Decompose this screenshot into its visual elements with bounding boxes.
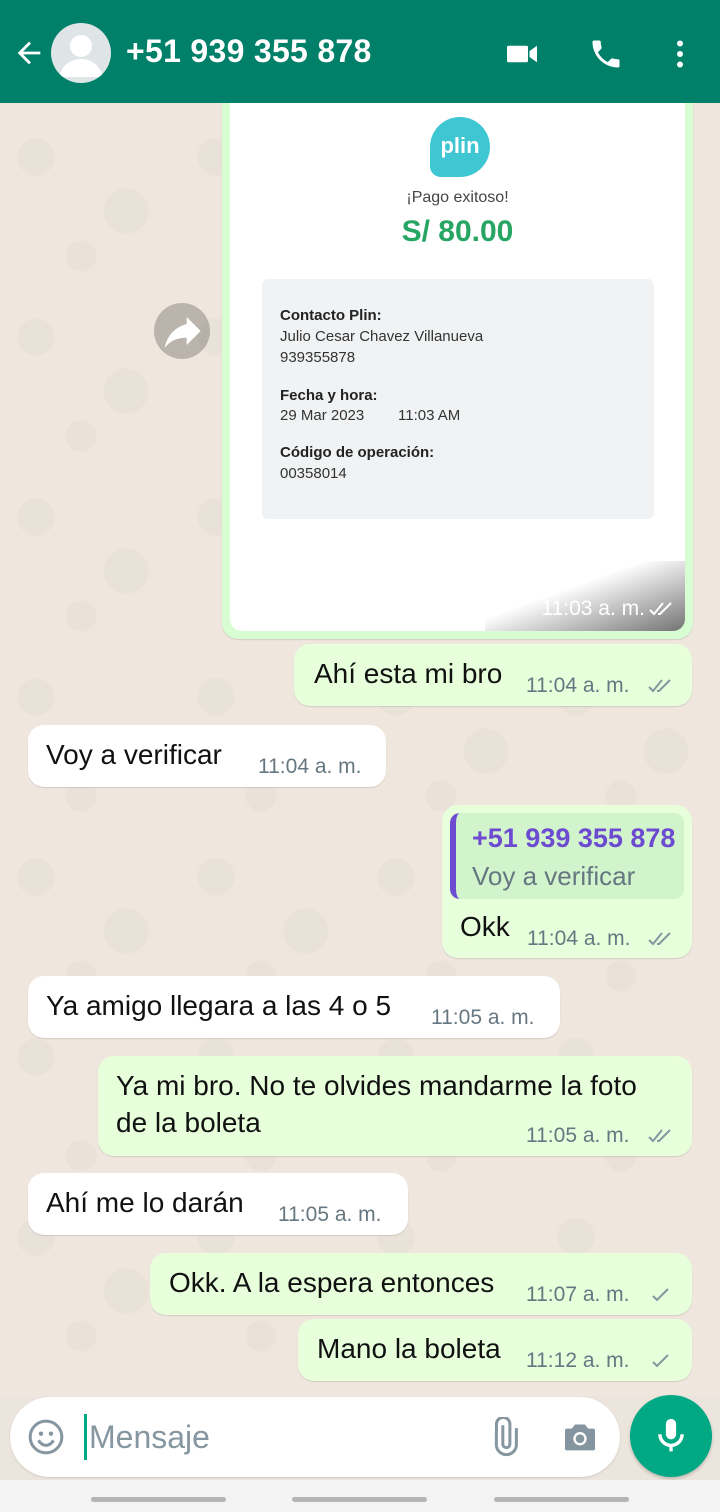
read-ticks-icon: [649, 602, 672, 616]
avatar[interactable]: [51, 23, 111, 83]
operation-code-label: Código de operación:: [280, 444, 435, 461]
payment-receipt-image[interactable]: plin ¡Pago exitoso! S/ 80.00 Contacto Pl…: [230, 103, 685, 631]
message-text: Ahí me lo darán: [46, 1187, 244, 1218]
forward-button[interactable]: [154, 303, 210, 359]
time-value: 11:03 AM: [398, 407, 461, 424]
quoted-text: Voy a verificar: [472, 861, 636, 891]
sent-tick-icon: [652, 1354, 669, 1368]
camera-icon[interactable]: [560, 1417, 600, 1457]
contact-name[interactable]: +51 939 355 878: [126, 33, 372, 70]
message-time: 11:05 a. m.: [526, 1124, 630, 1147]
chat-header: +51 939 355 878: [0, 0, 720, 103]
message-time: 11:04 a. m.: [258, 755, 362, 778]
phone-icon[interactable]: [588, 36, 624, 72]
back-arrow-icon[interactable]: [12, 36, 46, 70]
message-text: Okk: [460, 911, 510, 942]
quoted-sender: +51 939 355 878: [472, 823, 676, 853]
outgoing-message[interactable]: Ahí esta mi bro 11:04 a. m.: [294, 644, 692, 706]
chat-area[interactable]: plin ¡Pago exitoso! S/ 80.00 Contacto Pl…: [0, 103, 720, 1396]
message-time: 11:12 a. m.: [526, 1349, 630, 1372]
image-message[interactable]: plin ¡Pago exitoso! S/ 80.00 Contacto Pl…: [222, 103, 693, 639]
message-time: 11:04 a. m.: [527, 927, 631, 950]
plin-logo: plin: [430, 117, 490, 177]
message-time: 11:05 a. m.: [431, 1006, 535, 1029]
read-ticks-icon: [648, 932, 671, 946]
message-text: Ya amigo llegara a las 4 o 5: [46, 990, 392, 1021]
nav-home-button[interactable]: [292, 1497, 427, 1502]
outgoing-message[interactable]: Ya mi bro. No te olvides mandarme la fot…: [98, 1056, 692, 1156]
message-text: Ahí esta mi bro: [314, 658, 503, 689]
read-ticks-icon: [648, 1129, 671, 1143]
attach-icon[interactable]: [484, 1417, 524, 1457]
message-composer: [10, 1397, 620, 1477]
nav-recents-button[interactable]: [91, 1497, 226, 1502]
incoming-message[interactable]: Ahí me lo darán 11:05 a. m.: [28, 1173, 408, 1235]
receipt-card: Contacto Plin: Julio Cesar Chavez Villan…: [262, 279, 654, 519]
more-options-icon[interactable]: [662, 36, 698, 72]
date-value: 29 Mar 2023: [280, 407, 365, 424]
sent-tick-icon: [652, 1288, 669, 1302]
datetime-label: Fecha y hora:: [280, 387, 378, 404]
quoted-message[interactable]: +51 939 355 878 Voy a verificar: [450, 813, 684, 899]
forward-icon: [164, 317, 201, 349]
default-avatar-icon: [59, 35, 103, 77]
operation-code-value: 00358014: [280, 465, 347, 482]
voice-message-button[interactable]: [630, 1395, 712, 1477]
message-text: Voy a verificar: [46, 739, 222, 770]
contact-name-value: Julio Cesar Chavez Villanueva: [280, 328, 484, 345]
message-time: 11:05 a. m.: [278, 1203, 382, 1226]
video-call-icon[interactable]: [504, 36, 540, 72]
incoming-message[interactable]: Ya amigo llegara a las 4 o 5 11:05 a. m.: [28, 976, 560, 1038]
image-time-overlay: 11:03 a. m.: [485, 561, 685, 631]
mic-icon: [658, 1418, 684, 1452]
message-text-line1: Ya mi bro. No te olvides mandarme la fot…: [116, 1070, 637, 1101]
outgoing-reply-message[interactable]: +51 939 355 878 Voy a verificar Okk 11:0…: [442, 805, 692, 958]
contact-phone-value: 939355878: [280, 349, 356, 366]
nav-back-button[interactable]: [494, 1497, 629, 1502]
system-navigation-bar: [0, 1480, 720, 1512]
message-input[interactable]: [84, 1414, 464, 1460]
message-text-line2: de la boleta: [116, 1107, 261, 1138]
message-text: Mano la boleta: [317, 1333, 501, 1364]
message-time: 11:07 a. m.: [526, 1283, 630, 1306]
message-time: 11:03 a. m.: [541, 597, 645, 620]
payment-status: ¡Pago exitoso!: [406, 189, 509, 206]
read-ticks-icon: [648, 679, 671, 693]
emoji-icon[interactable]: [26, 1417, 66, 1457]
incoming-message[interactable]: Voy a verificar 11:04 a. m.: [28, 725, 386, 787]
message-text: Okk. A la espera entonces: [169, 1267, 495, 1298]
outgoing-message[interactable]: Okk. A la espera entonces 11:07 a. m.: [150, 1253, 692, 1315]
contact-label: Contacto Plin:: [280, 307, 382, 324]
outgoing-message[interactable]: Mano la boleta 11:12 a. m.: [298, 1319, 692, 1381]
payment-amount: S/ 80.00: [401, 215, 514, 248]
message-time: 11:04 a. m.: [526, 674, 630, 697]
